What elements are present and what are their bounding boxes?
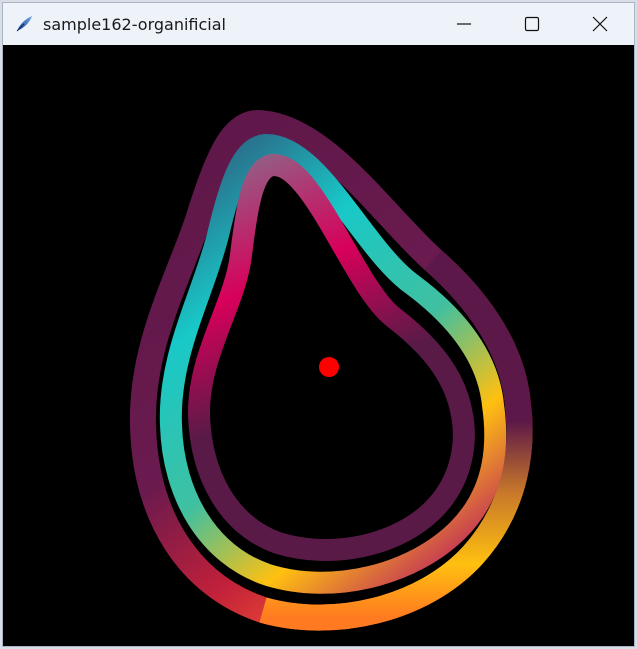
center-dot: [319, 357, 339, 377]
feather-quill-icon: [16, 16, 32, 32]
minimize-button[interactable]: [430, 3, 498, 45]
title-bar[interactable]: sample162-organificial: [3, 3, 634, 45]
minimize-icon: [457, 23, 471, 25]
window-controls: [430, 3, 634, 45]
maximize-button[interactable]: [498, 3, 566, 45]
sketch-canvas[interactable]: [3, 45, 635, 647]
app-window: sample162-organificial: [2, 2, 635, 647]
close-button[interactable]: [566, 3, 634, 45]
close-icon: [592, 16, 608, 32]
maximize-icon: [524, 16, 540, 32]
window-title: sample162-organificial: [43, 14, 226, 34]
